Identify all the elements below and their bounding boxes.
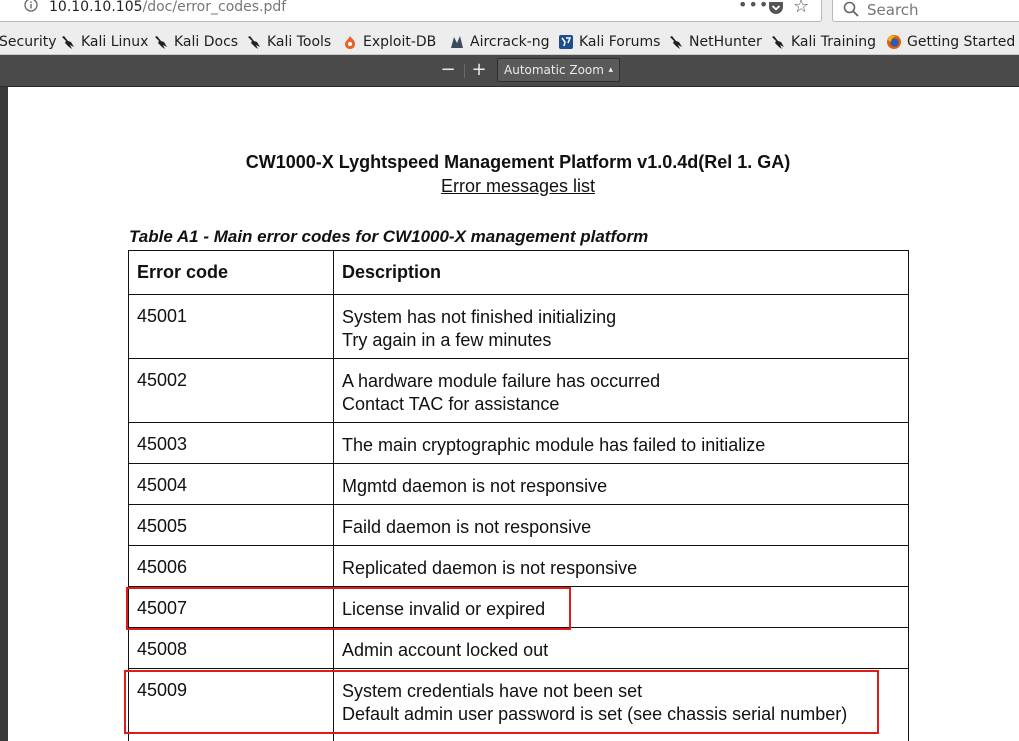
table-row: 45005 Faild daemon is not responsive <box>128 504 909 546</box>
bookmark-kali-training[interactable]: Kali Training <box>770 32 876 52</box>
description-cell: The main cryptographic module has failed… <box>333 422 909 464</box>
kali-dragon-icon <box>62 36 74 49</box>
bookmark-star-icon[interactable]: ☆ <box>793 0 809 16</box>
table-row: 45003 The main cryptographic module has … <box>128 422 909 464</box>
error-code-cell: 45001 <box>128 294 334 359</box>
kali-dragon-icon <box>155 36 167 49</box>
page-actions-menu-button[interactable]: ••• <box>738 0 769 14</box>
bookmark-aircrack-ng[interactable]: Aircrack-ng <box>449 32 550 52</box>
table-row: 45001 System has not finished initializi… <box>128 294 909 359</box>
error-code-cell: 45002 <box>128 358 334 423</box>
description-cell: A hardware module failure has occurred Co… <box>333 358 909 423</box>
description-line: Mgmtd daemon is not responsive <box>342 476 608 496</box>
bookmark-getting-started[interactable]: Getting Started <box>886 32 1015 52</box>
bookmark-security[interactable]: Security <box>0 32 57 52</box>
highlight-box-45007 <box>126 587 571 630</box>
column-header-description: Description <box>333 250 909 295</box>
bookmark-label: Aircrack-ng <box>470 34 550 50</box>
bookmark-nethunter[interactable]: NetHunter <box>668 32 762 52</box>
description-cell: Replicated daemon is not responsive <box>333 545 909 587</box>
site-info-icon[interactable] <box>24 0 38 12</box>
table-row: 45008 Admin account locked out <box>128 627 909 669</box>
description-cell: Mgmtd daemon is not responsive <box>333 463 909 505</box>
error-code-cell: 45008 <box>128 627 334 669</box>
url-host: 10.10.10.105 <box>49 0 143 15</box>
description-line: The main cryptographic module has failed… <box>342 435 766 455</box>
kali-dragon-icon <box>248 36 260 49</box>
error-code-cell: 45005 <box>128 504 334 546</box>
error-code-cell: 45004 <box>128 463 334 505</box>
search-box[interactable]: Search <box>832 0 1019 22</box>
zoom-in-button[interactable]: + <box>466 59 492 81</box>
bookmark-label: Kali Tools <box>267 34 332 50</box>
description-cell: Faild daemon is not responsive <box>333 504 909 546</box>
bookmark-kali-linux[interactable]: Kali Linux <box>60 32 148 52</box>
bookmark-label: Kali Training <box>791 34 876 50</box>
search-icon <box>843 1 859 17</box>
url-bar[interactable]: 10.10.10.105/doc/error_codes.pdf ••• ☆ <box>0 0 822 22</box>
description-line: A hardware module failure has occurred <box>342 371 661 391</box>
description-line: System has not finished initializing <box>342 307 617 327</box>
bookmark-label: Kali Forums <box>579 34 661 50</box>
description-line: Try again in a few minutes <box>342 330 552 350</box>
description-line: Admin account locked out <box>342 640 549 660</box>
zoom-select-value: Automatic Zoom <box>504 63 604 77</box>
firefox-icon <box>887 35 901 49</box>
table-row: 45004 Mgmtd daemon is not responsive <box>128 463 909 505</box>
description-line: Replicated daemon is not responsive <box>342 558 638 578</box>
description-line: Faild daemon is not responsive <box>342 517 592 537</box>
zoom-out-button[interactable]: − <box>435 59 461 81</box>
navigation-bar: 10.10.10.105/doc/error_codes.pdf ••• ☆ S… <box>0 0 1019 28</box>
chevron-updown-icon: ▴ <box>608 65 613 75</box>
description-cell: Admin account locked out <box>333 627 909 669</box>
pdf-toolbar: − + Automatic Zoom ▴ <box>0 55 1019 87</box>
aircrack-icon <box>451 36 463 48</box>
table-row: 45006 Replicated daemon is not responsiv… <box>128 545 909 587</box>
bookmark-label: Kali Linux <box>81 34 149 50</box>
bookmark-exploit-db[interactable]: Exploit-DB <box>342 32 436 52</box>
highlight-box-45009 <box>124 670 879 734</box>
exploitdb-icon <box>345 36 355 49</box>
error-code-cell: 45003 <box>128 422 334 464</box>
bookmark-label: NetHunter <box>689 34 762 50</box>
pocket-icon[interactable] <box>768 1 784 15</box>
table-row: 45002 A hardware module failure has occu… <box>128 358 909 423</box>
zoom-select[interactable]: Automatic Zoom ▴ <box>497 58 620 82</box>
description-cell: System has not finished initializing Try … <box>333 294 909 359</box>
url-text[interactable]: 10.10.10.105/doc/error_codes.pdf <box>49 0 286 15</box>
document-subtitle: Error messages list <box>440 176 596 196</box>
document-title: CW1000-X Lyghtspeed Management Platform … <box>245 152 791 172</box>
bookmarks-toolbar: Security Kali Linux Kali Docs Kali Tools… <box>0 28 1019 55</box>
bookmark-kali-tools[interactable]: Kali Tools <box>246 32 331 52</box>
bookmark-label: Security <box>0 34 57 50</box>
error-code-cell: 45006 <box>128 545 334 587</box>
description-line: Contact TAC for assistance <box>342 394 560 414</box>
table-caption: Table A1 - Main error codes for CW1000-X… <box>129 227 649 246</box>
bookmark-kali-docs[interactable]: Kali Docs <box>153 32 238 52</box>
column-header-error-code: Error code <box>128 250 334 295</box>
search-placeholder: Search <box>867 1 919 19</box>
error-codes-table: Error code Description 45001 System has … <box>128 250 909 741</box>
table-header-row: Error code Description <box>128 250 909 295</box>
bookmark-label: Getting Started <box>907 34 1016 50</box>
pdf-page: CW1000-X Lyghtspeed Management Platform … <box>8 87 1019 741</box>
kali-dragon-icon <box>670 36 682 49</box>
bookmark-label: Exploit-DB <box>363 34 437 50</box>
kali-forums-icon <box>559 35 573 49</box>
url-path: /doc/error_codes.pdf <box>142 0 287 15</box>
bookmark-kali-forums[interactable]: Kali Forums <box>558 32 660 52</box>
kali-dragon-icon <box>772 36 784 49</box>
toolbar-divider <box>464 64 465 78</box>
bookmark-label: Kali Docs <box>174 34 239 50</box>
